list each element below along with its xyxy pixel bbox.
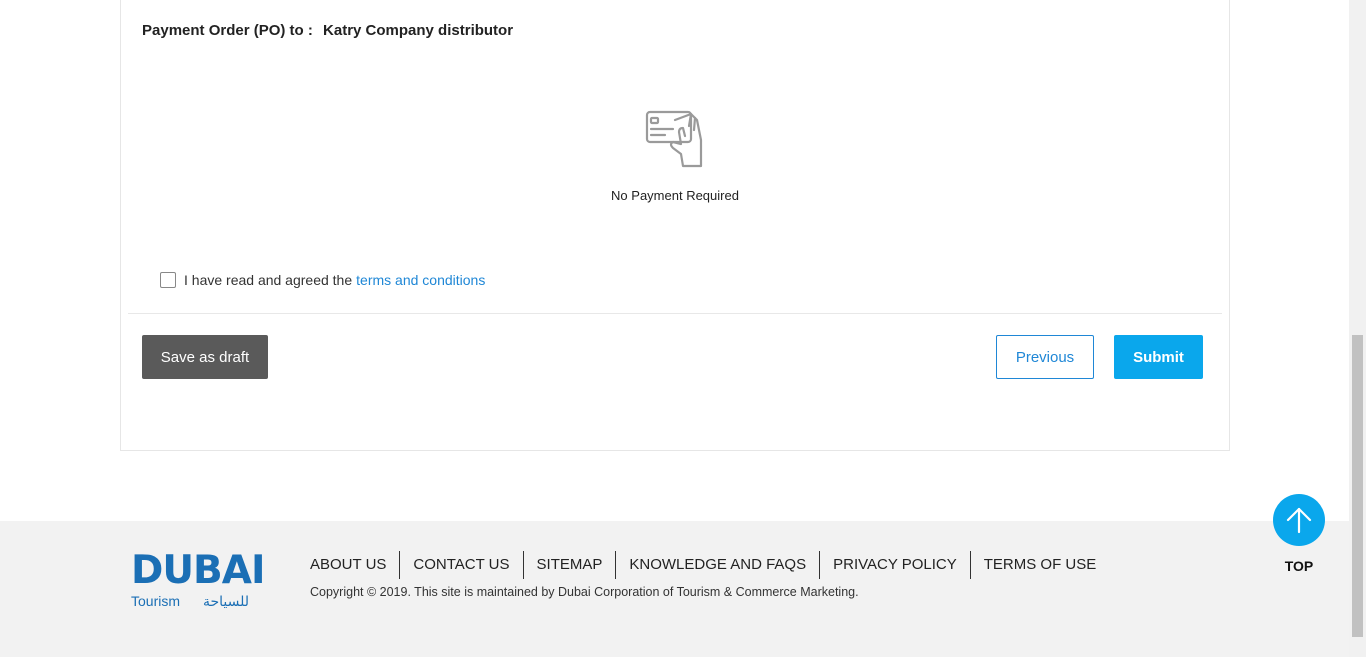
logo-brand: DUBAI bbox=[131, 548, 265, 593]
footer: DUBAI Tourism للسياحة ABOUT US CONTACT U… bbox=[0, 521, 1349, 657]
terms-link[interactable]: terms and conditions bbox=[356, 272, 485, 288]
footer-link-about-us[interactable]: ABOUT US bbox=[310, 551, 399, 579]
footer-link-privacy-policy[interactable]: PRIVACY POLICY bbox=[819, 551, 970, 579]
dubai-tourism-logo[interactable]: DUBAI Tourism للسياحة bbox=[131, 548, 265, 610]
page-scrollbar[interactable] bbox=[1349, 0, 1366, 657]
scrollbar-thumb[interactable] bbox=[1352, 335, 1363, 637]
footer-link-knowledge-faqs[interactable]: KNOWLEDGE AND FAQS bbox=[615, 551, 819, 579]
logo-tagline-ar: للسياحة bbox=[202, 593, 249, 609]
footer-nav: ABOUT US CONTACT US SITEMAP KNOWLEDGE AN… bbox=[310, 551, 1109, 579]
terms-text: I have read and agreed the bbox=[184, 272, 353, 288]
footer-link-terms-of-use[interactable]: TERMS OF USE bbox=[969, 551, 1110, 579]
terms-checkbox[interactable] bbox=[160, 272, 176, 288]
logo-tagline-en: Tourism bbox=[131, 593, 181, 609]
payment-order-value: Katry Company distributor bbox=[323, 22, 514, 39]
back-to-top-label[interactable]: TOP bbox=[1274, 558, 1324, 574]
save-draft-button[interactable]: Save as draft bbox=[142, 335, 268, 379]
terms-agreement: I have read and agreed the terms and con… bbox=[160, 272, 485, 288]
page: Payment Order (PO) to : Katry Company di… bbox=[0, 0, 1349, 657]
arrow-up-icon bbox=[1286, 507, 1312, 534]
no-payment-panel: No Payment Required bbox=[121, 110, 1229, 203]
payment-order-line: Payment Order (PO) to : Katry Company di… bbox=[142, 22, 513, 39]
no-payment-text: No Payment Required bbox=[611, 188, 739, 203]
credit-card-hand-icon bbox=[645, 110, 703, 168]
footer-link-contact-us[interactable]: CONTACT US bbox=[399, 551, 522, 579]
submit-button[interactable]: Submit bbox=[1114, 335, 1203, 379]
payment-form-card: Payment Order (PO) to : Katry Company di… bbox=[120, 0, 1230, 451]
back-to-top-button[interactable] bbox=[1273, 494, 1325, 546]
divider bbox=[128, 313, 1222, 314]
previous-button[interactable]: Previous bbox=[996, 335, 1094, 379]
logo-tagline: Tourism للسياحة bbox=[131, 593, 249, 610]
footer-link-sitemap[interactable]: SITEMAP bbox=[522, 551, 616, 579]
copyright-text: Copyright © 2019. This site is maintaine… bbox=[310, 585, 859, 599]
payment-order-label: Payment Order (PO) to : bbox=[142, 22, 313, 39]
